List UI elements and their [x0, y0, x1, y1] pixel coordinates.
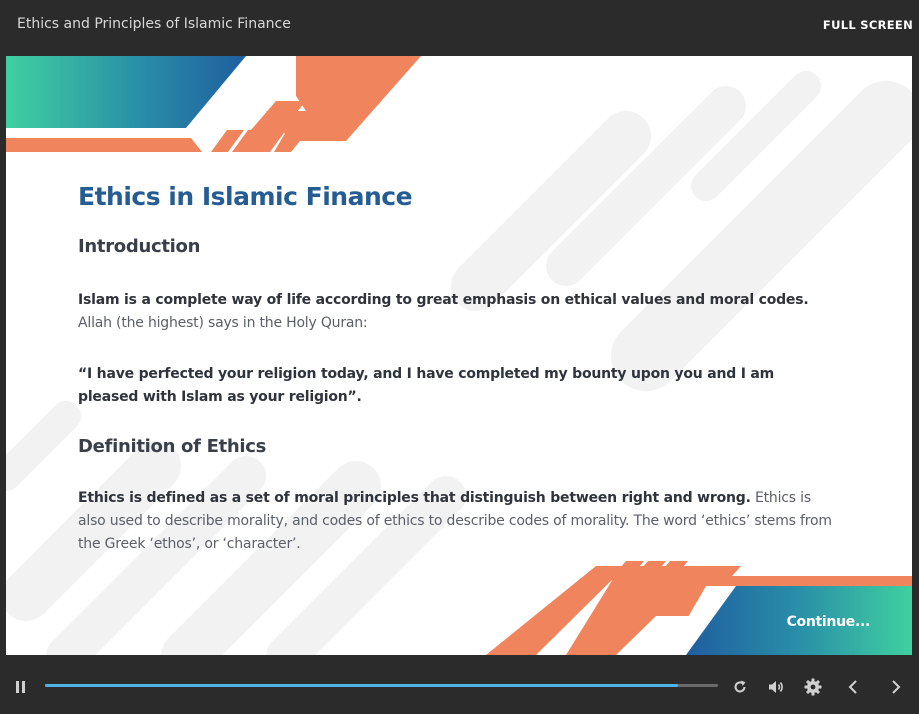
settings-button[interactable] — [804, 678, 822, 696]
previous-button[interactable] — [846, 679, 860, 695]
next-icon — [892, 680, 901, 694]
pause-icon — [16, 681, 25, 693]
introduction-paragraph: Islam is a complete way of life accordin… — [78, 289, 838, 335]
introduction-heading: Introduction — [78, 236, 201, 257]
introduction-bold-text: Islam is a complete way of life accordin… — [78, 292, 809, 308]
course-title: Ethics and Principles of Islamic Finance — [17, 16, 291, 32]
previous-icon — [848, 680, 857, 694]
definition-paragraph: Ethics is defined as a set of moral prin… — [78, 487, 838, 556]
replay-icon — [734, 680, 746, 693]
quote-text: “I have perfected your religion today, a… — [78, 366, 775, 405]
pause-button[interactable] — [14, 679, 28, 695]
slide-title: Ethics in Islamic Finance — [78, 182, 413, 211]
volume-button[interactable] — [768, 679, 786, 695]
quran-quote: “I have perfected your religion today, a… — [78, 363, 838, 409]
replay-button[interactable] — [732, 679, 748, 695]
slide-background-graphic — [6, 56, 912, 655]
fullscreen-button[interactable]: FULL SCREEN — [823, 18, 913, 32]
introduction-text: Allah (the highest) says in the Holy Qur… — [78, 315, 368, 331]
definition-heading: Definition of Ethics — [78, 436, 267, 457]
continue-button[interactable]: Continue... — [787, 614, 871, 630]
slide: Ethics in Islamic Finance Introduction I… — [6, 56, 912, 655]
next-button[interactable] — [889, 679, 903, 695]
settings-icon — [804, 678, 822, 696]
top-bar: Ethics and Principles of Islamic Finance… — [0, 0, 919, 52]
progress-bar-fill — [45, 684, 678, 687]
progress-bar[interactable] — [45, 684, 718, 687]
definition-bold-text: Ethics is defined as a set of moral prin… — [78, 490, 751, 506]
volume-icon — [769, 681, 783, 693]
